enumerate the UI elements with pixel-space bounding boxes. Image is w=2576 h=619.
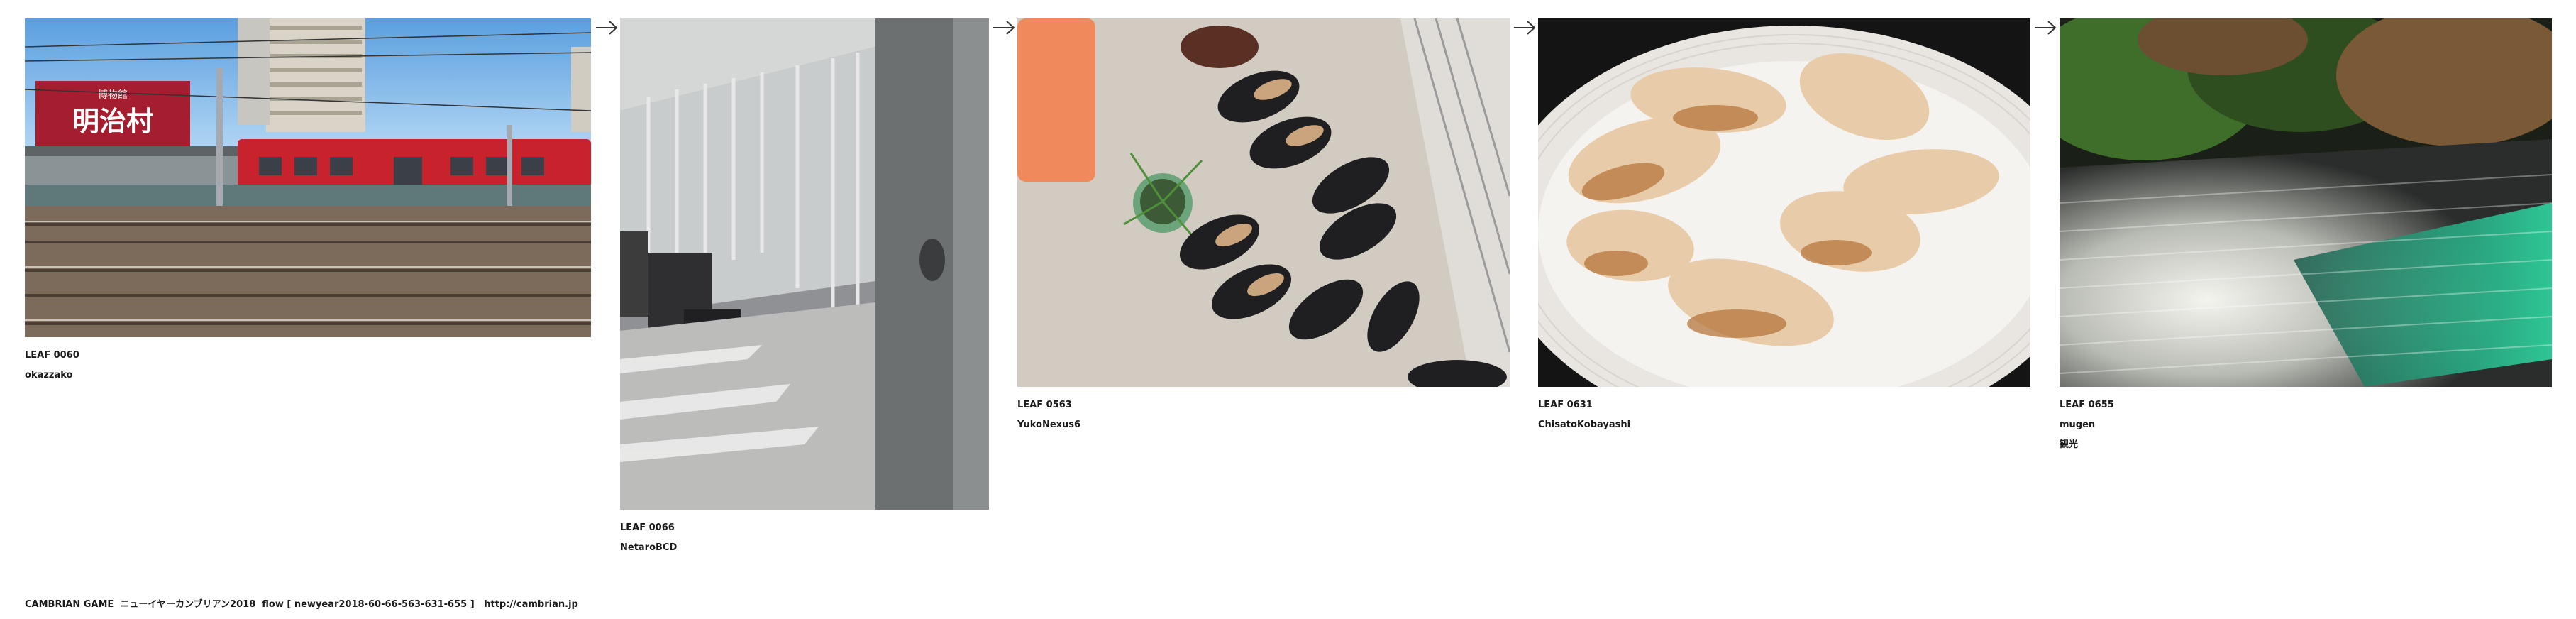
- leaf-caption: LEAF 0655 mugen 観光: [2060, 395, 2552, 455]
- leaf-caption: LEAF 0060 okazzako: [25, 346, 591, 385]
- gyoza-photo[interactable]: [1538, 18, 2030, 387]
- leaf-card-0631[interactable]: LEAF 0631 ChisatoKobayashi: [1538, 18, 2030, 435]
- footer-link[interactable]: http://cambrian.jp: [484, 599, 578, 610]
- leaf-author[interactable]: YukoNexus6: [1017, 415, 1510, 435]
- leaf-card-0066[interactable]: LEAF 0066 NetaroBCD: [620, 18, 989, 558]
- sign-subtext: 博物館: [98, 89, 128, 101]
- leaf-author[interactable]: okazzako: [25, 366, 591, 385]
- leaf-id: LEAF 0060: [25, 350, 79, 361]
- leaf-id: LEAF 0631: [1538, 400, 1593, 410]
- leaf-author[interactable]: NetaroBCD: [620, 538, 989, 558]
- leaf-id: LEAF 0563: [1017, 400, 1072, 410]
- leaf-id: LEAF 0066: [620, 522, 675, 533]
- page-footer: CAMBRIAN GAME ニューイヤーカンブリアン2018 flow [ ne…: [25, 596, 578, 610]
- flow-page: 博物館 明治村 LEAF 0060 okazzako LEAF 0066 Net…: [0, 0, 2576, 619]
- zen-garden-photo[interactable]: [2060, 18, 2552, 387]
- leaf-card-0563[interactable]: LEAF 0563 YukoNexus6: [1017, 18, 1510, 435]
- flow-arrow-icon: [1514, 21, 1536, 35]
- flow-arrow-icon: [596, 21, 618, 35]
- train-station-photo[interactable]: 博物館 明治村: [25, 18, 591, 337]
- flow-arrow-icon: [993, 21, 1015, 35]
- leaf-id: LEAF 0655: [2060, 400, 2114, 410]
- leaf-card-0655[interactable]: LEAF 0655 mugen 観光: [2060, 18, 2552, 455]
- leaf-caption: LEAF 0066 NetaroBCD: [620, 518, 989, 558]
- leaf-caption: LEAF 0563 YukoNexus6: [1017, 395, 1510, 435]
- leaf-card-0060[interactable]: 博物館 明治村 LEAF 0060 okazzako: [25, 18, 591, 385]
- shoes-photo[interactable]: [1017, 18, 1510, 387]
- leaf-tag[interactable]: 観光: [2060, 435, 2552, 455]
- leaf-caption: LEAF 0631 ChisatoKobayashi: [1538, 395, 2030, 435]
- train-interior-photo[interactable]: [620, 18, 989, 510]
- footer-title: CAMBRIAN GAME ニューイヤーカンブリアン2018 flow [ ne…: [25, 599, 475, 610]
- leaf-author[interactable]: ChisatoKobayashi: [1538, 415, 2030, 435]
- sign-text: 明治村: [72, 106, 153, 137]
- flow-arrow-icon: [2035, 21, 2057, 35]
- leaf-author[interactable]: mugen: [2060, 415, 2552, 435]
